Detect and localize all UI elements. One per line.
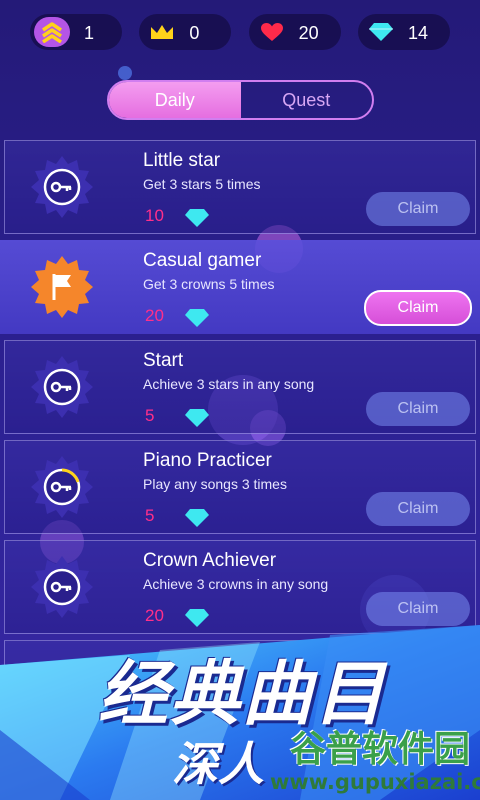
watermark-title: 谷普软件园 <box>290 729 471 770</box>
lives-counter[interactable]: 20 <box>248 14 341 50</box>
quest-description: Get 3 stars 5 times <box>143 176 261 192</box>
reward-amount: 20 <box>145 306 164 325</box>
tab-switcher: Daily Quest <box>107 80 374 120</box>
banner-subtitle: 深人 <box>172 737 264 791</box>
quest-row: Piano Practicer Play any songs 3 times 5… <box>0 440 480 534</box>
quest-description: Achieve 3 crowns in any song <box>143 576 329 592</box>
watermark-url: www.gupuxiazai.com <box>270 770 480 794</box>
flag-icon <box>29 254 95 320</box>
gem-counter[interactable]: 14 <box>357 14 450 50</box>
crown-value: 0 <box>189 23 200 43</box>
level-value: 1 <box>84 23 95 43</box>
bokeh-light <box>118 66 132 80</box>
claim-button[interactable]: Claim <box>366 192 470 226</box>
quest-description: Play any songs 3 times <box>143 476 287 492</box>
reward-amount: 5 <box>145 506 155 525</box>
heart-icon <box>259 22 285 42</box>
quest-row: Casual gamer Get 3 crowns 5 times 20 Cla… <box>0 240 480 334</box>
gem-value: 14 <box>407 23 429 43</box>
claim-button[interactable]: Claim <box>366 392 470 426</box>
quest-row: Little star Get 3 stars 5 times 10 Claim <box>0 140 480 234</box>
stats-bar: 1 0 20 14 <box>30 14 450 52</box>
crown-icon <box>149 22 175 42</box>
reward-amount: 5 <box>145 406 155 425</box>
quest-description: Achieve 3 stars in any song <box>143 376 315 392</box>
quest-title: Crown Achiever <box>143 550 277 571</box>
diamond-icon <box>184 308 210 328</box>
reward-amount: 10 <box>145 206 164 225</box>
quest-title: Piano Practicer <box>143 450 272 471</box>
level-chevron-icon <box>34 17 70 47</box>
key-icon <box>29 154 95 220</box>
claim-button[interactable]: Claim <box>366 492 470 526</box>
quest-title: Little star <box>143 150 221 171</box>
diamond-icon <box>184 208 210 228</box>
diamond-icon <box>184 508 210 528</box>
key-icon <box>29 354 95 420</box>
diamond-icon <box>368 22 394 42</box>
lives-value: 20 <box>298 23 319 43</box>
diamond-icon <box>184 408 210 428</box>
quest-title: Start <box>143 350 184 371</box>
key-icon <box>29 454 95 520</box>
claim-button[interactable]: Claim <box>364 290 472 326</box>
promo-banner: 经典曲目 深人 谷普软件园 www.gupuxiazai.com <box>0 610 480 800</box>
crown-counter[interactable]: 0 <box>139 14 232 50</box>
quest-title: Casual gamer <box>143 250 262 271</box>
tab-daily[interactable]: Daily <box>109 82 241 118</box>
quest-row: Start Achieve 3 stars in any song 5 Clai… <box>0 340 480 434</box>
tab-quest[interactable]: Quest <box>241 82 373 118</box>
quest-description: Get 3 crowns 5 times <box>143 276 275 292</box>
level-counter[interactable]: 1 <box>30 14 122 50</box>
